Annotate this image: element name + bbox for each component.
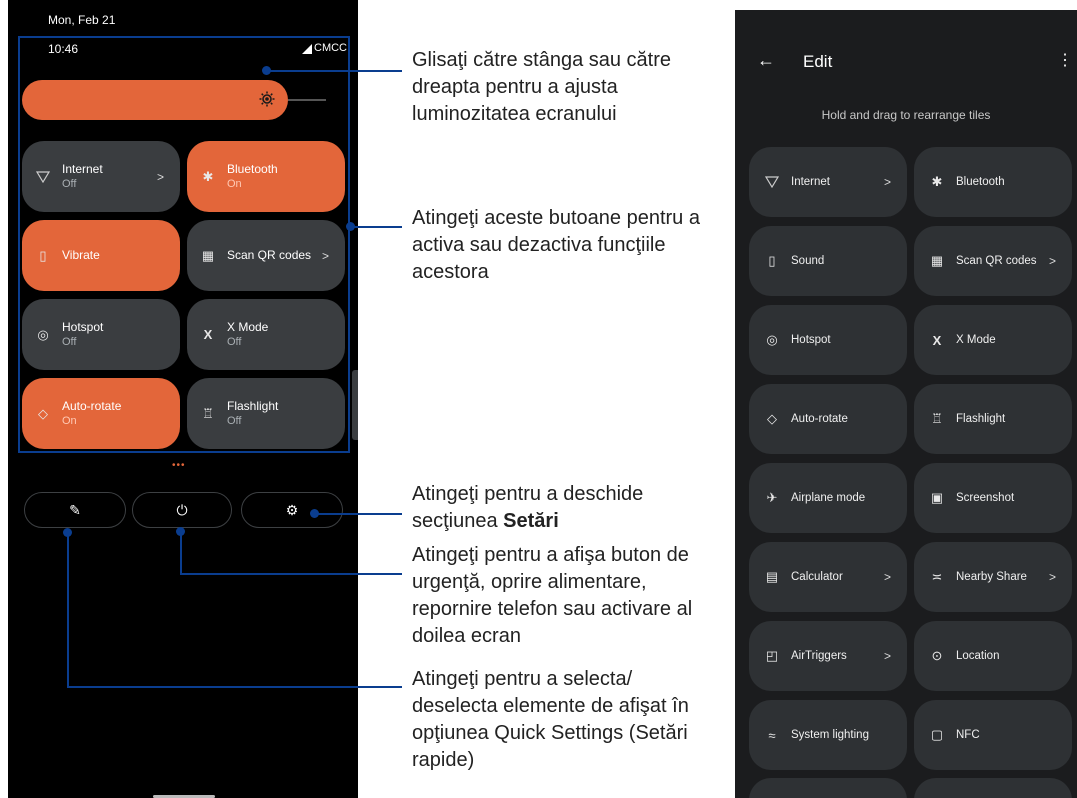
caption-settings: Atingeţi pentru a deschide secţiunea Set… <box>412 481 712 535</box>
edit-tile-internet[interactable]: Internet > <box>749 147 907 217</box>
nearby-share-icon: ≍ <box>931 569 943 584</box>
callout-line <box>180 531 182 574</box>
chevron-right-icon: > <box>1048 254 1056 268</box>
tile-label: Auto-rotate <box>791 413 848 425</box>
tile-label: X Mode <box>956 334 996 346</box>
edit-tile-bluetooth[interactable]: ✱ Bluetooth <box>914 147 1072 217</box>
back-arrow-icon[interactable]: ← <box>757 50 775 71</box>
callout-line <box>267 70 402 72</box>
flashlight-icon: ♖ <box>931 411 943 426</box>
power-icon: ⏻ <box>176 501 188 518</box>
edit-tile-calculator[interactable]: ▤ Calculator > <box>749 542 907 612</box>
callout-line <box>180 573 402 575</box>
bluetooth-icon: ✱ <box>931 174 943 189</box>
location-icon: ⊙ <box>931 648 943 663</box>
edit-tile-screenshot[interactable]: ▣ Screenshot <box>914 463 1072 533</box>
edit-tile-auto-rotate[interactable]: ◇ Auto-rotate <box>749 384 907 454</box>
caption-settings-bold: Setări <box>503 510 559 532</box>
qr-icon: ▦ <box>930 253 944 268</box>
page-indicator: ••• <box>172 460 186 471</box>
edit-tile-location[interactable]: ⊙ Location <box>914 621 1072 691</box>
callout-line <box>67 686 402 688</box>
chevron-right-icon: > <box>883 175 891 189</box>
tile-label: Screenshot <box>956 492 1015 504</box>
edit-title: Edit <box>803 52 833 71</box>
chevron-right-icon: > <box>883 649 891 663</box>
highlight-box <box>18 36 350 453</box>
edit-tile-hotspot[interactable]: ◎ Hotspot <box>749 305 907 375</box>
system-lighting-icon: ≈ <box>768 727 776 743</box>
airplane-icon: ✈ <box>766 490 778 505</box>
edit-tile-sound[interactable]: ▯ Sound <box>749 226 907 296</box>
hint-text: Hold and drag to rearrange tiles <box>821 108 991 122</box>
tile-label: Calculator <box>791 571 843 583</box>
tile-label: AirTriggers <box>791 650 847 662</box>
nfc-icon: ▢ <box>930 727 944 742</box>
edit-tile-nfc[interactable]: ▢ NFC <box>914 700 1072 770</box>
edit-tile-flashlight[interactable]: ♖ Flashlight <box>914 384 1072 454</box>
wifi-icon <box>765 176 779 188</box>
tile-label: Airplane mode <box>791 492 866 504</box>
screenshot-icon: ▣ <box>930 490 944 505</box>
edit-tile-system-lighting[interactable]: ≈ System lighting <box>749 700 907 770</box>
hotspot-icon: ◎ <box>766 332 778 347</box>
edit-tile-partial <box>749 778 907 798</box>
rotate-icon: ◇ <box>767 411 777 426</box>
airtriggers-icon: ◰ <box>765 648 779 663</box>
tile-label: NFC <box>956 729 980 741</box>
edit-tile-scan-qr[interactable]: ▦ Scan QR codes > <box>914 226 1072 296</box>
settings-button[interactable]: ⚙ <box>241 492 343 528</box>
edit-tile-x-mode[interactable]: X X Mode <box>914 305 1072 375</box>
edit-button[interactable]: ✎ <box>24 492 126 528</box>
power-button[interactable]: ⏻ <box>132 492 232 528</box>
edit-tiles-phone: ← Edit ⋮ Hold and drag to rearrange tile… <box>735 10 1077 798</box>
tile-label: Location <box>956 650 1000 662</box>
tile-label: Flashlight <box>956 413 1006 425</box>
callout-line <box>67 532 69 687</box>
tile-label: Nearby Share <box>956 571 1027 583</box>
tile-label: Sound <box>791 255 825 267</box>
tile-label: Hotspot <box>791 334 831 346</box>
more-vert-icon[interactable]: ⋮ <box>1057 50 1073 70</box>
caption-edit: Atingeţi pentru a selecta/ deselecta ele… <box>412 668 689 771</box>
vibrate-icon: ▯ <box>768 253 776 268</box>
tile-label: Bluetooth <box>956 176 1005 188</box>
caption-brightness: Glisaţi către stânga sau către dreapta p… <box>412 49 672 125</box>
edit-tile-airtriggers[interactable]: ◰ AirTriggers > <box>749 621 907 691</box>
tile-label: Internet <box>791 176 830 188</box>
callout-line <box>315 513 402 515</box>
edit-tile-partial <box>914 778 1072 798</box>
caption-power: Atingeţi pentru a afişa buton de urgenţă… <box>412 544 693 647</box>
caption-tiles: Atingeţi aceste butoane pentru a activa … <box>412 207 700 283</box>
tile-label: System lighting <box>791 729 869 741</box>
tile-label: Scan QR codes <box>956 255 1037 267</box>
edit-icon: ✎ <box>69 501 81 518</box>
callout-line <box>351 226 402 228</box>
xmode-icon: X <box>932 332 942 348</box>
date-label: Mon, Feb 21 <box>48 13 116 27</box>
edit-tile-nearby-share[interactable]: ≍ Nearby Share > <box>914 542 1072 612</box>
calculator-icon: ▤ <box>765 569 779 584</box>
chevron-right-icon: > <box>1048 570 1056 584</box>
chevron-right-icon: > <box>883 570 891 584</box>
settings-icon: ⚙ <box>285 501 299 518</box>
edit-tile-airplane-mode[interactable]: ✈ Airplane mode <box>749 463 907 533</box>
scroll-handle[interactable] <box>352 370 358 440</box>
